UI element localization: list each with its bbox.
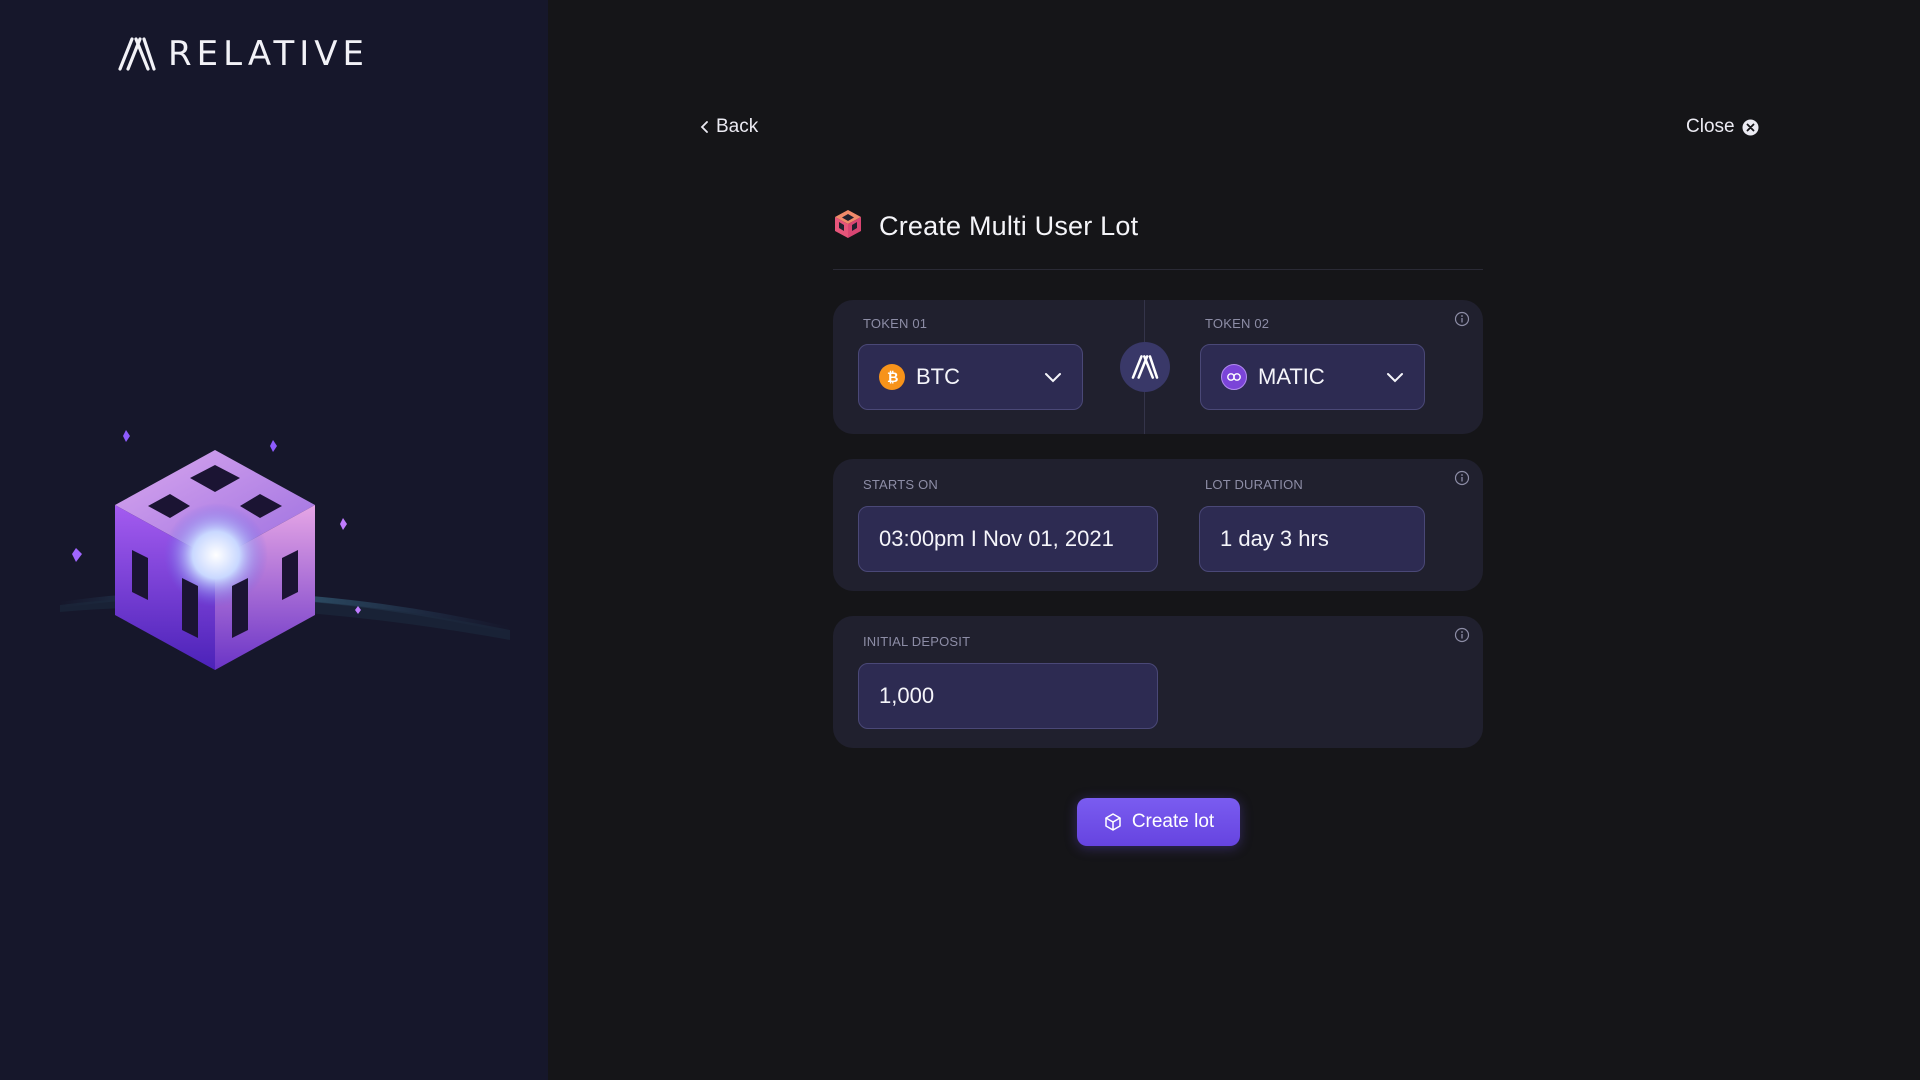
chevron-left-icon	[700, 120, 709, 134]
create-lot-form: Create Multi User Lot TOKEN 01 TOKEN 02 …	[833, 208, 1483, 748]
token-pair-card: TOKEN 01 TOKEN 02 ₿ BTC MATIC	[833, 300, 1483, 434]
form-header: Create Multi User Lot	[833, 208, 1483, 270]
schedule-card: STARTS ON LOT DURATION 03:00pm I Nov 01,…	[833, 459, 1483, 591]
left-panel: RELATIVE	[0, 0, 548, 1080]
swap-badge[interactable]	[1120, 342, 1170, 392]
cube-icon	[833, 208, 863, 245]
brand-logo[interactable]: RELATIVE	[118, 34, 369, 74]
create-lot-button[interactable]: Create lot	[1077, 798, 1240, 846]
bitcoin-icon: ₿	[879, 364, 905, 390]
token1-value: BTC	[916, 364, 960, 389]
info-icon[interactable]	[1454, 627, 1470, 643]
starts-on-field[interactable]: 03:00pm I Nov 01, 2021	[858, 506, 1158, 572]
cube-outline-icon	[1103, 812, 1123, 832]
close-label: Close	[1686, 116, 1735, 137]
deposit-card: INITIAL DEPOSIT 1,000	[833, 616, 1483, 748]
initial-deposit-label: INITIAL DEPOSIT	[863, 634, 971, 649]
chevron-down-icon	[1045, 372, 1061, 382]
relative-logo-icon	[1131, 355, 1159, 379]
close-link[interactable]: Close	[1686, 116, 1759, 138]
back-label: Back	[716, 116, 759, 137]
polygon-icon	[1221, 364, 1247, 390]
close-circle-icon	[1742, 119, 1759, 136]
token2-select[interactable]: MATIC	[1200, 344, 1425, 410]
create-lot-label: Create lot	[1131, 811, 1215, 832]
app-root: RELATIVE Back Close Create Multi User Lo…	[0, 0, 1920, 1080]
cube-illustration	[40, 400, 520, 700]
lot-duration-label: LOT DURATION	[1205, 477, 1303, 492]
initial-deposit-field[interactable]: 1,000	[858, 663, 1158, 729]
starts-on-value: 03:00pm I Nov 01, 2021	[879, 526, 1114, 551]
lot-duration-value: 1 day 3 hrs	[1220, 526, 1329, 551]
info-icon[interactable]	[1454, 311, 1470, 327]
page-title: Create Multi User Lot	[879, 211, 1139, 241]
relative-logo-icon	[118, 37, 156, 71]
token2-value: MATIC	[1258, 364, 1325, 389]
token1-label: TOKEN 01	[863, 316, 928, 331]
info-icon[interactable]	[1454, 470, 1470, 486]
starts-on-label: STARTS ON	[863, 477, 938, 492]
chevron-down-icon	[1387, 372, 1403, 382]
token1-select[interactable]: ₿ BTC	[858, 344, 1083, 410]
initial-deposit-value: 1,000	[879, 683, 935, 708]
svg-text:₿: ₿	[887, 370, 898, 385]
token2-label: TOKEN 02	[1205, 316, 1270, 331]
lot-duration-field[interactable]: 1 day 3 hrs	[1199, 506, 1425, 572]
back-link[interactable]: Back	[700, 116, 758, 138]
brand-name: RELATIVE	[168, 34, 369, 74]
